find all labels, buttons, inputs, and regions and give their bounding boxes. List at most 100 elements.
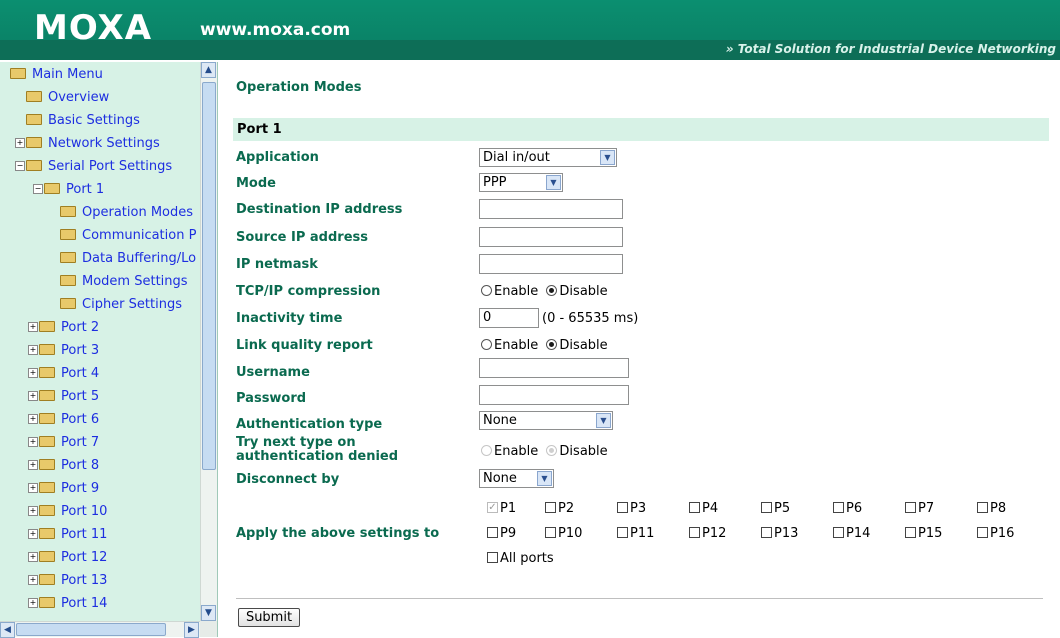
checkbox-icon[interactable] (617, 502, 628, 513)
sidebar-item-port-1[interactable]: − Port 1 (33, 180, 104, 200)
sidebar-item-port-12[interactable]: + Port 12 (28, 548, 107, 568)
sidebar-item-overview[interactable]: Overview (26, 88, 109, 108)
collapse-minus-icon[interactable]: − (15, 160, 25, 171)
collapse-minus-icon[interactable]: − (33, 183, 43, 194)
username-input[interactable] (479, 358, 629, 378)
port-checkbox-p14[interactable]: P14 (833, 526, 870, 542)
expand-plus-icon[interactable]: + (28, 390, 38, 401)
link-quality-enable-radio[interactable] (481, 339, 492, 350)
expand-plus-icon[interactable]: + (28, 551, 38, 562)
port-checkbox-p10[interactable]: P10 (545, 526, 582, 542)
horizontal-scroll-thumb[interactable] (16, 623, 166, 636)
authentication-type-select[interactable]: None ▼ (479, 411, 613, 430)
port-checkbox-p8[interactable]: P8 (977, 501, 1006, 517)
checkbox-icon[interactable] (905, 527, 916, 538)
sidebar-item-data-buffering[interactable]: Data Buffering/Lo (60, 249, 196, 269)
expand-plus-icon[interactable]: + (28, 436, 38, 447)
port-checkbox-p12[interactable]: P12 (689, 526, 726, 542)
checkbox-icon[interactable] (545, 502, 556, 513)
password-input[interactable] (479, 385, 629, 405)
inactivity-time-input[interactable]: 0 (479, 308, 539, 328)
tcpip-compression-disable-radio[interactable] (546, 285, 558, 296)
link-quality-disable-radio[interactable] (546, 339, 558, 350)
sidebar-item-serial-port-settings[interactable]: − Serial Port Settings (15, 157, 172, 177)
folder-icon (39, 574, 55, 585)
checkbox-icon[interactable] (487, 552, 498, 563)
sidebar-item-port-4[interactable]: + Port 4 (28, 364, 99, 384)
sidebar-item-port-10[interactable]: + Port 10 (28, 502, 107, 522)
expand-plus-icon[interactable]: + (28, 574, 38, 585)
checkbox-icon[interactable] (977, 527, 988, 538)
sidebar-item-port-14[interactable]: + Port 14 (28, 594, 107, 614)
port-checkbox-label: P7 (918, 501, 935, 516)
scroll-up-icon[interactable]: ▲ (201, 62, 216, 78)
all-ports-checkbox[interactable]: All ports (487, 551, 554, 567)
expand-plus-icon[interactable]: + (28, 459, 38, 470)
port-checkbox-p4[interactable]: P4 (689, 501, 718, 517)
port-checkbox-p3[interactable]: P3 (617, 501, 646, 517)
port-checkbox-p16[interactable]: P16 (977, 526, 1014, 542)
expand-plus-icon[interactable]: + (15, 137, 25, 148)
checkbox-icon[interactable] (761, 502, 772, 513)
ip-netmask-input[interactable] (479, 254, 623, 274)
checkbox-icon[interactable] (833, 527, 844, 538)
expand-plus-icon[interactable]: + (28, 482, 38, 493)
sidebar-item-port-9[interactable]: + Port 9 (28, 479, 99, 499)
checkbox-icon[interactable] (689, 502, 700, 513)
scroll-right-icon[interactable]: ▶ (184, 622, 199, 638)
sidebar-item-port-11[interactable]: + Port 11 (28, 525, 107, 545)
scroll-down-icon[interactable]: ▼ (201, 605, 216, 621)
mode-select[interactable]: PPP ▼ (479, 173, 563, 192)
expand-plus-icon[interactable]: + (28, 597, 38, 608)
header-tagline: » Total Solution for Industrial Device N… (725, 42, 1056, 56)
vertical-scroll-thumb[interactable] (202, 82, 216, 470)
source-ip-input[interactable] (479, 227, 623, 247)
sidebar-item-port-3[interactable]: + Port 3 (28, 341, 99, 361)
checkbox-icon[interactable] (617, 527, 628, 538)
sidebar-vertical-scrollbar[interactable]: ▲ ▼ (200, 62, 217, 621)
sidebar-item-port-8[interactable]: + Port 8 (28, 456, 99, 476)
checkbox-icon[interactable] (689, 527, 700, 538)
checkbox-icon[interactable] (545, 527, 556, 538)
checkbox-icon[interactable] (487, 527, 498, 538)
submit-button[interactable]: Submit (238, 608, 300, 627)
port-checkbox-p11[interactable]: P11 (617, 526, 654, 542)
scroll-left-icon[interactable]: ◀ (0, 622, 15, 638)
sidebar-item-operation-modes[interactable]: Operation Modes (60, 203, 193, 223)
port-checkbox-p15[interactable]: P15 (905, 526, 942, 542)
sidebar-item-port-13[interactable]: + Port 13 (28, 571, 107, 591)
sidebar-item-cipher-settings[interactable]: Cipher Settings (60, 295, 182, 315)
sidebar-item-port-5[interactable]: + Port 5 (28, 387, 99, 407)
port-checkbox-p13[interactable]: P13 (761, 526, 798, 542)
sidebar-item-port-7[interactable]: + Port 7 (28, 433, 99, 453)
destination-ip-input[interactable] (479, 199, 623, 219)
expand-plus-icon[interactable]: + (28, 413, 38, 424)
application-select[interactable]: Dial in/out ▼ (479, 148, 617, 167)
port-checkbox-p2[interactable]: P2 (545, 501, 574, 517)
tcpip-compression-enable-radio[interactable] (481, 285, 492, 296)
enable-radio-label: Enable (494, 444, 539, 459)
sidebar-item-basic-settings[interactable]: Basic Settings (26, 111, 140, 131)
expand-plus-icon[interactable]: + (28, 367, 38, 378)
checkbox-icon[interactable] (905, 502, 916, 513)
expand-plus-icon[interactable]: + (28, 321, 38, 332)
sidebar-item-communication-parameters[interactable]: Communication P (60, 226, 196, 246)
checkbox-icon[interactable] (761, 527, 772, 538)
disconnect-by-select[interactable]: None ▼ (479, 469, 554, 488)
sidebar-item-main-menu[interactable]: Main Menu (10, 65, 103, 85)
expand-plus-icon[interactable]: + (28, 505, 38, 516)
sidebar-item-modem-settings[interactable]: Modem Settings (60, 272, 188, 292)
sidebar-item-port-2[interactable]: + Port 2 (28, 318, 99, 338)
folder-icon (39, 505, 55, 516)
checkbox-icon[interactable] (833, 502, 844, 513)
port-checkbox-p7[interactable]: P7 (905, 501, 934, 517)
expand-plus-icon[interactable]: + (28, 528, 38, 539)
sidebar-item-network-settings[interactable]: + Network Settings (15, 134, 160, 154)
sidebar-horizontal-scrollbar[interactable]: ◀ ▶ (0, 621, 200, 638)
port-checkbox-p9[interactable]: P9 (487, 526, 516, 542)
port-checkbox-p5[interactable]: P5 (761, 501, 790, 517)
expand-plus-icon[interactable]: + (28, 344, 38, 355)
checkbox-icon[interactable] (977, 502, 988, 513)
sidebar-item-port-6[interactable]: + Port 6 (28, 410, 99, 430)
port-checkbox-p6[interactable]: P6 (833, 501, 862, 517)
